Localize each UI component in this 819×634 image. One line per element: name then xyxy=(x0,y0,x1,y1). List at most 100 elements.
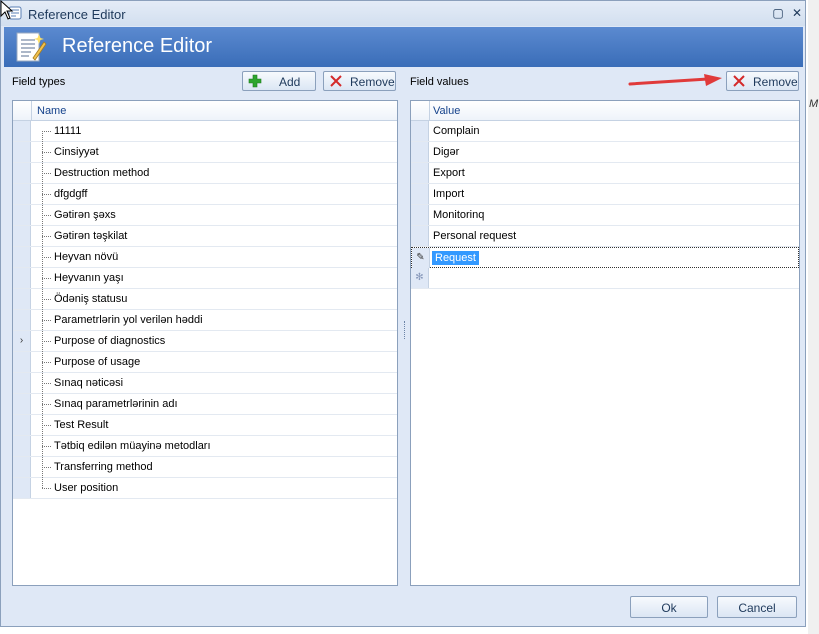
table-row[interactable]: Parametrlərin yol verilən həddi xyxy=(13,310,397,331)
name-cell[interactable]: Parametrlərin yol verilən həddi xyxy=(54,314,203,326)
table-row[interactable]: Sınaq nəticəsi xyxy=(13,373,397,394)
tree-connector xyxy=(42,425,51,426)
table-row[interactable]: Gətirən təşkilat xyxy=(13,226,397,247)
row-indicator[interactable] xyxy=(13,415,31,435)
row-indicator[interactable] xyxy=(13,289,31,309)
row-indicator[interactable] xyxy=(13,205,31,225)
value-cell[interactable]: Personal request xyxy=(433,230,516,242)
table-row[interactable]: Personal request xyxy=(411,226,799,247)
row-indicator[interactable] xyxy=(13,310,31,330)
row-indicator[interactable]: › xyxy=(13,331,31,351)
close-icon[interactable]: ✕ xyxy=(790,5,804,21)
value-cell[interactable]: Complain xyxy=(433,125,479,137)
row-indicator[interactable] xyxy=(13,352,31,372)
remove-icon xyxy=(733,75,745,87)
row-indicator[interactable] xyxy=(411,205,429,225)
name-cell[interactable]: Purpose of usage xyxy=(54,356,140,368)
remove-icon xyxy=(330,75,342,87)
cancel-button-label: Cancel xyxy=(738,601,776,615)
value-cell[interactable]: Monitorinq xyxy=(433,209,484,221)
value-edit-input[interactable]: Request xyxy=(432,251,479,265)
table-row[interactable]: Purpose of usage xyxy=(13,352,397,373)
remove-field-type-label: Remove xyxy=(350,75,395,89)
tree-connector xyxy=(42,236,51,237)
header-banner: Reference Editor xyxy=(4,27,803,67)
name-cell[interactable]: User position xyxy=(54,482,118,494)
table-row[interactable]: Tətbiq edilən müayinə metodları xyxy=(13,436,397,457)
table-row[interactable]: Export xyxy=(411,163,799,184)
table-row[interactable]: dfgdgff xyxy=(13,184,397,205)
panel-splitter[interactable] xyxy=(402,71,408,591)
table-row[interactable]: Destruction method xyxy=(13,163,397,184)
document-edit-icon xyxy=(16,32,47,62)
tree-connector xyxy=(42,467,51,468)
table-row[interactable]: › Purpose of diagnostics xyxy=(13,331,397,352)
name-cell[interactable]: Ödəniş statusu xyxy=(54,293,127,305)
row-indicator[interactable] xyxy=(13,226,31,246)
name-cell[interactable]: Destruction method xyxy=(54,167,149,179)
tree-connector xyxy=(42,131,51,132)
row-indicator[interactable] xyxy=(411,226,429,246)
name-column-header[interactable]: Name xyxy=(13,101,397,121)
ok-button[interactable]: Ok xyxy=(630,596,708,618)
row-indicator[interactable] xyxy=(411,121,429,141)
row-indicator[interactable] xyxy=(411,142,429,162)
table-row[interactable]: Ödəniş statusu xyxy=(13,289,397,310)
value-cell[interactable]: Import xyxy=(433,188,464,200)
name-cell[interactable]: dfgdgff xyxy=(54,188,87,200)
value-column-header[interactable]: Value xyxy=(411,101,799,121)
name-cell[interactable]: Transferring method xyxy=(54,461,153,473)
table-row[interactable]: Complain xyxy=(411,121,799,142)
name-cell[interactable]: Cinsiyyət xyxy=(54,146,99,158)
table-row[interactable]: 11111 xyxy=(13,121,397,142)
row-indicator[interactable] xyxy=(13,268,31,288)
cancel-button[interactable]: Cancel xyxy=(717,596,797,618)
row-indicator[interactable] xyxy=(13,163,31,183)
name-cell[interactable]: Heyvanın yaşı xyxy=(54,272,124,284)
table-row[interactable]: Test Result xyxy=(13,415,397,436)
name-cell[interactable]: Sınaq nəticəsi xyxy=(54,377,123,389)
name-cell[interactable]: Tətbiq edilən müayinə metodları xyxy=(54,440,211,452)
maximize-icon[interactable]: ▢ xyxy=(771,5,785,21)
row-indicator[interactable] xyxy=(13,142,31,162)
value-cell[interactable]: Export xyxy=(433,167,465,179)
table-row[interactable]: Sınaq parametrlərinin adı xyxy=(13,394,397,415)
table-row[interactable]: User position xyxy=(13,478,397,499)
name-cell[interactable]: Gətirən təşkilat xyxy=(54,230,127,242)
name-cell[interactable]: Gətirən şəxs xyxy=(54,209,116,221)
row-indicator[interactable] xyxy=(13,457,31,477)
row-indicator[interactable] xyxy=(13,184,31,204)
field-values-grid[interactable]: Value Complain Digər Export Import Monitorin… xyxy=(410,100,800,586)
table-row[interactable]: Heyvan növü xyxy=(13,247,397,268)
remove-field-value-button[interactable]: Remove xyxy=(726,71,799,91)
table-row[interactable]: Monitorinq xyxy=(411,205,799,226)
table-row[interactable]: Transferring method xyxy=(13,457,397,478)
name-cell[interactable]: Test Result xyxy=(54,419,108,431)
table-row[interactable]: Digər xyxy=(411,142,799,163)
table-row[interactable]: Cinsiyyət xyxy=(13,142,397,163)
table-row[interactable]: Heyvanın yaşı xyxy=(13,268,397,289)
name-cell[interactable]: 11111 xyxy=(54,125,81,137)
name-cell[interactable]: Sınaq parametrlərinin adı xyxy=(54,398,178,410)
row-indicator[interactable] xyxy=(13,394,31,414)
tree-connector xyxy=(42,446,51,447)
table-row[interactable]: Gətirən şəxs xyxy=(13,205,397,226)
editing-row[interactable]: ✎ Request xyxy=(411,247,799,268)
row-indicator[interactable] xyxy=(411,163,429,183)
row-indicator[interactable] xyxy=(13,478,31,498)
value-cell[interactable]: Digər xyxy=(433,146,459,158)
row-indicator[interactable] xyxy=(13,247,31,267)
name-cell[interactable]: Purpose of diagnostics xyxy=(54,335,165,347)
row-indicator[interactable] xyxy=(13,373,31,393)
name-cell[interactable]: Heyvan növü xyxy=(54,251,118,263)
field-types-grid[interactable]: Name 11111 Cinsiyyət Destruction method dfg… xyxy=(12,100,398,586)
row-indicator[interactable] xyxy=(13,436,31,456)
add-button[interactable]: Add xyxy=(242,71,316,91)
remove-field-type-button[interactable]: Remove xyxy=(323,71,396,91)
row-indicator[interactable] xyxy=(411,184,429,204)
plus-icon xyxy=(248,74,262,88)
row-indicator[interactable] xyxy=(13,121,31,141)
new-row[interactable]: ✻ xyxy=(411,268,799,289)
tree-connector xyxy=(42,215,51,216)
table-row[interactable]: Import xyxy=(411,184,799,205)
